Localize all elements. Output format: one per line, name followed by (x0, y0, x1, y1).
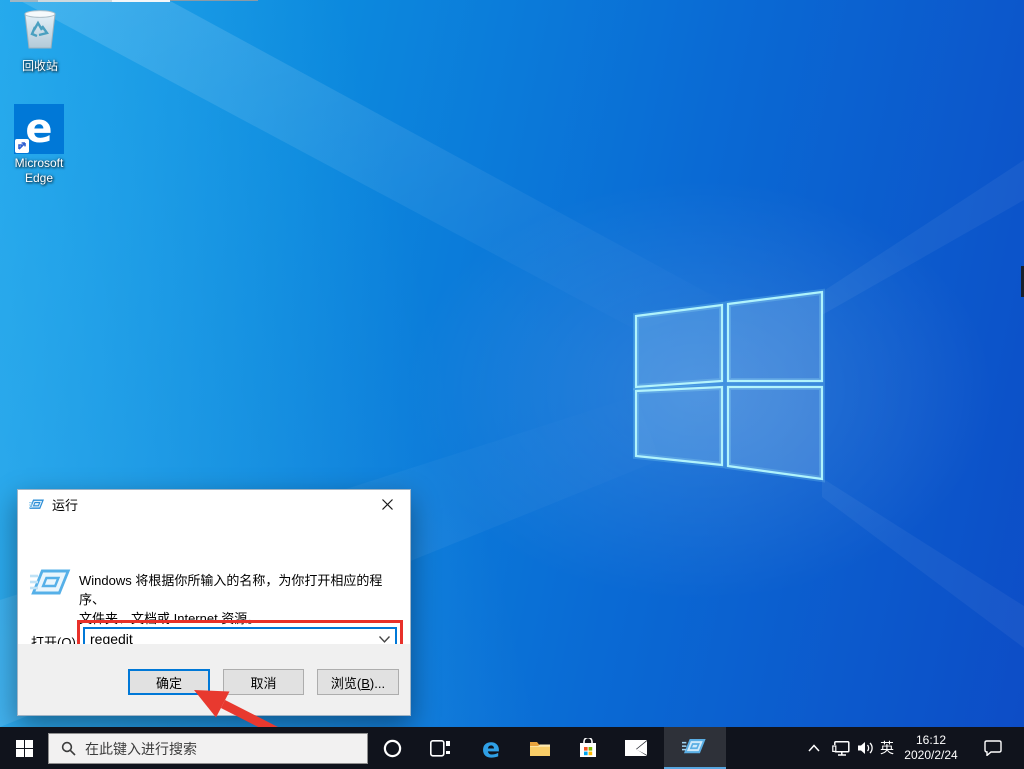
edge-icon: e (482, 735, 500, 762)
mail-icon (625, 740, 647, 756)
run-dialog-title: 运行 (52, 495, 78, 514)
taskbar-run-app-active[interactable] (664, 727, 726, 769)
cancel-button[interactable]: 取消 (223, 669, 304, 695)
task-view-icon (430, 740, 450, 757)
file-explorer-icon (529, 739, 551, 757)
taskbar-mail-button[interactable] (613, 727, 659, 769)
action-center-button[interactable] (976, 727, 1010, 769)
top-edge-window-sliver (10, 0, 258, 2)
tray-show-hidden-icons[interactable] (802, 727, 826, 769)
run-flying-window-icon (29, 564, 73, 604)
run-dialog-titlebar[interactable]: 运行 (18, 490, 410, 519)
run-dialog-window: 运行 Windows 将根据你所输入的名称，为你打开相应的程序、 文件夹、文档或… (17, 489, 411, 716)
ok-button[interactable]: 确定 (128, 669, 210, 695)
close-icon[interactable] (365, 490, 410, 519)
chevron-down-icon[interactable] (373, 636, 395, 643)
tray-network-button[interactable] (828, 727, 854, 769)
edge-e-glyph: e (25, 109, 52, 149)
task-view-button[interactable] (417, 727, 463, 769)
tray-ime-language[interactable]: 英 (876, 727, 898, 769)
cortana-icon (383, 739, 402, 758)
edge-label-line1: Microsoft (1, 156, 77, 171)
search-input[interactable] (85, 741, 367, 757)
action-center-icon (984, 740, 1002, 756)
edge-label-line2: Edge (1, 171, 77, 186)
network-ethernet-icon (832, 741, 850, 756)
browse-button[interactable]: 浏览(B)... (317, 669, 399, 695)
ime-label: 英 (880, 738, 894, 758)
tray-date: 2020/2/24 (896, 748, 966, 763)
description-line1: Windows 将根据你所输入的名称，为你打开相应的程序、 (79, 571, 399, 609)
windows-start-icon (16, 740, 33, 757)
tray-time: 16:12 (896, 733, 966, 748)
run-app-icon (29, 498, 45, 512)
recycle-bin-label: 回收站 (2, 59, 78, 74)
taskbar-search-box[interactable] (48, 733, 368, 764)
recycle-bin-icon (19, 6, 61, 52)
desktop-wallpaper: 回收站 e Microsoft Edge (0, 0, 1024, 769)
tray-volume-button[interactable] (854, 727, 878, 769)
taskbar-edge-button[interactable]: e (468, 727, 514, 769)
desktop-icon-microsoft-edge[interactable]: e Microsoft Edge (1, 104, 77, 186)
search-icon (61, 741, 76, 756)
cortana-button[interactable] (369, 727, 415, 769)
start-button[interactable] (0, 727, 48, 769)
tray-clock[interactable]: 16:12 2020/2/24 (896, 727, 966, 769)
run-dialog-footer: 确定 取消 浏览(B)... (18, 644, 410, 715)
desktop-icon-recycle-bin[interactable]: 回收站 (2, 6, 78, 74)
taskbar: e (0, 727, 1024, 769)
taskbar-store-button[interactable] (565, 727, 611, 769)
chevron-up-icon (808, 744, 820, 752)
microsoft-store-icon (578, 738, 598, 759)
shortcut-arrow-icon (15, 139, 29, 153)
run-taskbar-icon (682, 736, 708, 758)
taskbar-file-explorer-button[interactable] (517, 727, 563, 769)
speaker-icon (858, 741, 874, 755)
edge-tile: e (14, 104, 64, 154)
edge-label: Microsoft Edge (1, 156, 77, 186)
